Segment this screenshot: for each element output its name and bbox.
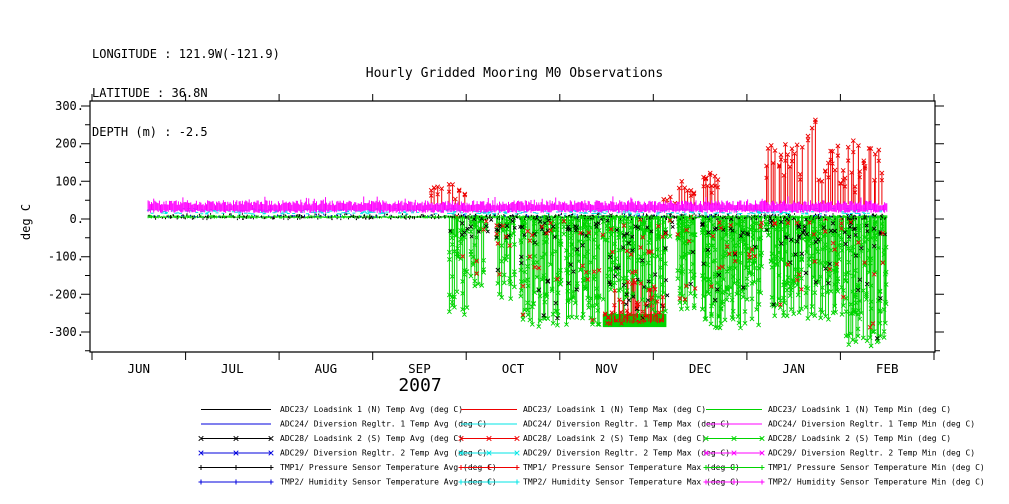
y-tick-label: -300. xyxy=(48,325,84,339)
legend-label: ADC23/ Loadsink 1 (N) Temp Avg (deg C) xyxy=(280,405,463,414)
x-tick-label: SEP xyxy=(408,361,431,376)
x-tick-label: JUN xyxy=(127,361,150,376)
x-tick-label: AUG xyxy=(315,361,338,376)
y-tick-label: -100. xyxy=(48,250,84,264)
x-tick-label: OCT xyxy=(502,361,525,376)
legend-label: ADC24/ Diversion Regltr. 1 Temp Avg (deg… xyxy=(280,420,487,429)
year-label: 2007 xyxy=(398,375,441,396)
legend-label: ADC29/ Diversion Regltr. 2 Temp Avg (deg… xyxy=(280,449,487,458)
legend-swatch-blue-x xyxy=(199,451,274,456)
x-tick-label: FEB xyxy=(876,361,899,376)
chart-canvas: 300. 200. 100. 0. -100. -200. -300. JUN JUL AUG SE… xyxy=(0,0,1009,504)
x-tick-label: JAN xyxy=(782,361,805,376)
legend-swatch-black-plus xyxy=(199,465,274,470)
y-tick-label: 0. xyxy=(70,212,84,226)
legend-label: TMP2/ Humidity Sensor Temperature Min (d… xyxy=(768,478,985,487)
screen: LONGITUDE : 121.9W(-121.9) LATITUDE : 36… xyxy=(0,0,1009,504)
legend-label: TMP1/ Pressure Sensor Temperature Min (d… xyxy=(768,463,985,472)
magenta-band xyxy=(148,196,887,213)
legend-label: ADC28/ Loadsink 2 (S) Temp Max (deg C) xyxy=(523,434,706,443)
x-tick-label: JUL xyxy=(221,361,244,376)
legend-label: ADC24/ Diversion Regltr. 1 Temp Min (deg… xyxy=(768,420,975,429)
y-tick-label: -200. xyxy=(48,287,84,301)
x-tick-label: DEC xyxy=(689,361,712,376)
legend-swatch-green-x xyxy=(704,436,765,441)
legend-label: ADC23/ Loadsink 1 (N) Temp Min (deg C) xyxy=(768,405,951,414)
legend-swatch-black-x xyxy=(199,436,274,441)
y-axis-title: deg C xyxy=(19,204,33,240)
legend-label: ADC29/ Diversion Regltr. 2 Temp Max (deg… xyxy=(523,449,730,458)
legend-label: ADC28/ Loadsink 2 (S) Temp Avg (deg C) xyxy=(280,434,463,443)
y-tick-label: 300. xyxy=(55,99,84,113)
x-tick-label: NOV xyxy=(595,361,618,376)
y-tick-label: 100. xyxy=(55,174,84,188)
y-tick-label: 200. xyxy=(55,137,84,151)
legend-label: ADC28/ Loadsink 2 (S) Temp Min (deg C) xyxy=(768,434,951,443)
legend-swatch-blue-plus xyxy=(199,480,274,485)
legend-label: ADC24/ Diversion Regltr. 1 Temp Max (deg… xyxy=(523,420,730,429)
legend-swatch-red-x xyxy=(459,436,520,441)
legend-label: ADC23/ Loadsink 1 (N) Temp Max (deg C) xyxy=(523,405,706,414)
legend-label: ADC29/ Diversion Regltr. 2 Temp Min (deg… xyxy=(768,449,975,458)
